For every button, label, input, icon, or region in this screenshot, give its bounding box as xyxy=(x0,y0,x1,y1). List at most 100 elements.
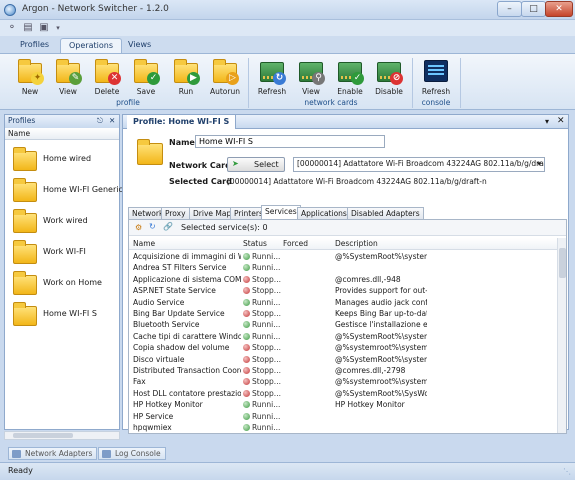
minimize-button[interactable]: – xyxy=(497,1,522,17)
column-forced[interactable]: Forced xyxy=(283,239,308,248)
save-folder-icon: ✓ xyxy=(132,57,160,85)
pin-icon[interactable]: ⎋ xyxy=(97,116,103,126)
refresh-console-button[interactable]: Refresh xyxy=(418,56,454,100)
profile-item[interactable]: Home wired xyxy=(11,145,117,175)
service-name: hpqwmiex xyxy=(133,423,172,432)
running-status-icon xyxy=(243,264,250,272)
service-description: @comres.dll,-2798 xyxy=(335,366,406,375)
stopped-status-icon xyxy=(243,389,250,397)
table-row[interactable]: ASP.NET State Service Stopp... Provides su… xyxy=(129,285,557,297)
window-title: Argon - Network Switcher - 1.2.0 xyxy=(22,4,169,14)
link-icon[interactable]: 🔗 xyxy=(163,222,173,231)
document-icon[interactable]: ▤ xyxy=(22,22,34,34)
save-button[interactable]: ✓ Save xyxy=(128,56,164,100)
services-vertical-scrollbar[interactable] xyxy=(557,238,566,433)
column-description[interactable]: Description xyxy=(335,239,378,248)
chevron-down-icon[interactable]: ▾ xyxy=(52,22,64,34)
lightbulb-icon[interactable]: ⚬ xyxy=(6,22,18,34)
group-separator xyxy=(412,58,413,108)
close-button[interactable]: ✕ xyxy=(545,1,573,17)
scrollbar-thumb[interactable] xyxy=(13,433,73,438)
profile-item[interactable]: Home WI-FI S xyxy=(11,300,117,330)
profile-item[interactable]: Work wired xyxy=(11,207,117,237)
profiles-column-header[interactable]: Name xyxy=(5,128,119,140)
close-tab-icon[interactable]: ✕ xyxy=(557,116,565,126)
view-card-button[interactable]: ⚲ View xyxy=(293,56,329,100)
table-row[interactable]: hpqwmiex Runni... xyxy=(129,422,557,434)
tab-applications[interactable]: Applications xyxy=(297,207,351,219)
table-row[interactable]: Bluetooth Service Runni... Gestisce l'inst… xyxy=(129,319,557,331)
table-row[interactable]: Copia shadow del volume Stopp... @%systemr… xyxy=(129,342,557,354)
services-add-icon[interactable]: ⚙ xyxy=(135,223,142,232)
maximize-button[interactable]: □ xyxy=(521,1,546,17)
service-description: @%systemroot%\system32... xyxy=(335,343,427,353)
table-row[interactable]: Fax Stopp... @%systemroot%\system32... xyxy=(129,376,557,388)
table-row[interactable]: Host DLL contatore prestazioni Stopp... @%… xyxy=(129,388,557,400)
stopped-status-icon xyxy=(243,275,250,283)
tab-log-console[interactable]: Log Console xyxy=(98,447,166,460)
tab-drive-map[interactable]: Drive Map xyxy=(189,207,236,219)
resize-grip-icon[interactable]: ⋱ xyxy=(563,467,571,476)
service-description: Keeps Bing Bar up-to-date.... xyxy=(335,309,427,318)
network-card-dropdown[interactable]: [00000014] Adattatore Wi-Fi Broadcom 432… xyxy=(293,157,545,172)
stopped-status-icon xyxy=(243,287,250,295)
tab-proxy[interactable]: Proxy xyxy=(161,207,190,219)
tab-services[interactable]: Services xyxy=(261,205,301,219)
profile-item[interactable]: Home WI-FI Generic xyxy=(11,176,123,206)
document-tab[interactable]: Profile: Home WI-FI S xyxy=(127,115,237,129)
delete-button[interactable]: ✕ Delete xyxy=(89,56,125,100)
service-status-text: Runni... xyxy=(252,252,281,261)
service-status-text: Runni... xyxy=(252,331,281,341)
refresh-icon[interactable]: ↻ xyxy=(149,222,156,231)
scrollbar-thumb[interactable] xyxy=(559,248,566,278)
stopped-status-icon xyxy=(243,310,250,317)
table-row[interactable]: Distributed Transaction Coordin... Stopp.… xyxy=(129,365,557,377)
tab-profiles[interactable]: Profiles xyxy=(12,38,57,53)
service-name: Andrea ST Filters Service xyxy=(133,263,227,273)
save-icon[interactable]: ▣ xyxy=(38,22,50,34)
service-status: Runni... xyxy=(243,252,287,261)
profiles-horizontal-scrollbar[interactable] xyxy=(4,431,120,440)
profiles-panel: Profiles ⎋ ✕ Name Home wired Home WI-FI … xyxy=(4,114,123,430)
new-button[interactable]: ✦ New xyxy=(12,56,48,100)
profile-folder-icon xyxy=(11,238,39,266)
profile-item[interactable]: Work WI-FI xyxy=(11,238,117,268)
table-row[interactable]: Disco virtuale Stopp... @%SystemRoot%\syst… xyxy=(129,354,557,366)
services-panel: ⚙ ↻ 🔗 Selected service(s): 0 Name Status… xyxy=(128,219,567,434)
select-card-button[interactable]: ➤ Select xyxy=(227,157,285,172)
service-status-text: Stopp... xyxy=(252,309,281,318)
stopped-status-icon xyxy=(243,344,250,352)
profile-name-input[interactable] xyxy=(195,135,385,148)
disable-card-button[interactable]: ⊘ Disable xyxy=(371,56,407,100)
profile-folder-icon xyxy=(11,269,39,297)
view-profile-button[interactable]: ✎ View xyxy=(50,56,86,100)
service-status: Runni... xyxy=(243,332,287,341)
table-row[interactable]: HP Hotkey Monitor Runni... HP Hotkey Monit… xyxy=(129,399,557,411)
autorun-button[interactable]: ▷ Autorun xyxy=(207,56,243,100)
table-row[interactable]: Bing Bar Update Service Stopp... Keeps Bin… xyxy=(129,308,557,320)
chevron-down-icon[interactable]: ▾ xyxy=(545,117,549,126)
table-row[interactable]: Andrea ST Filters Service Runni... xyxy=(129,262,557,274)
table-row[interactable]: Cache tipi di carattere Window... Runni..… xyxy=(129,331,557,343)
run-button[interactable]: ▶ Run xyxy=(168,56,204,100)
close-panel-icon[interactable]: ✕ xyxy=(109,116,115,125)
profile-item[interactable]: Work on Home xyxy=(11,269,117,299)
app-logo-icon xyxy=(4,4,16,16)
tab-disabled-adapters[interactable]: Disabled Adapters xyxy=(347,207,424,219)
arrow-right-icon: ➤ xyxy=(232,159,239,168)
chevron-down-icon: ▾ xyxy=(537,159,541,168)
table-row[interactable]: Audio Service Runni... Manages audio jack … xyxy=(129,297,557,309)
tab-views[interactable]: Views xyxy=(120,38,159,53)
status-bar: Ready ⋱ xyxy=(0,462,575,480)
tab-operations[interactable]: Operations xyxy=(60,38,122,53)
service-status: Runni... xyxy=(243,263,287,272)
tab-network-adapters[interactable]: Network Adapters xyxy=(8,447,98,460)
enable-card-button[interactable]: ✓ Enable xyxy=(332,56,368,100)
column-status[interactable]: Status xyxy=(243,239,267,248)
table-row[interactable]: HP Service Runni... xyxy=(129,411,557,423)
service-status: Stopp... xyxy=(243,355,287,364)
table-row[interactable]: Applicazione di sistema COM+ Stopp... @com… xyxy=(129,274,557,286)
column-name[interactable]: Name xyxy=(133,239,155,248)
refresh-cards-button[interactable]: ↻ Refresh xyxy=(254,56,290,100)
table-row[interactable]: Acquisizione di immagini di Win... Runni.… xyxy=(129,251,557,263)
